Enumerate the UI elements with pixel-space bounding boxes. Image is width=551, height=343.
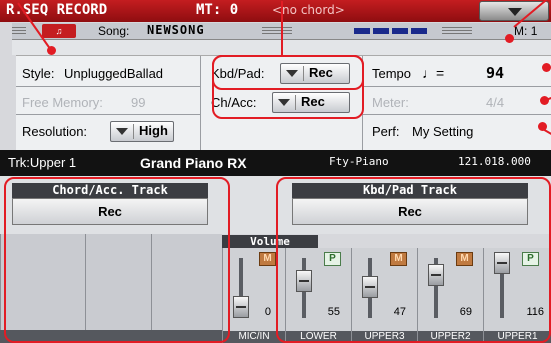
grip-icon [442,27,472,36]
title-bar: R.SEQ RECORD MT: 0 <no chord> [0,0,551,22]
sound-name[interactable]: Grand Piano RX [140,155,247,171]
sound-family: Fty-Piano [329,155,389,168]
song-label: Song: [98,24,130,38]
callout-dot [542,63,551,72]
resolution-value: High [139,123,168,138]
callout-dot [505,34,514,43]
rec-level-bar [354,28,370,34]
resolution-dropdown[interactable]: High [110,121,174,142]
chevron-down-icon [508,8,522,16]
grip-icon [262,27,292,36]
track-info-bar: Trk:Upper 1 Grand Piano RX Fty-Piano 121… [0,150,551,176]
chevron-down-icon [116,128,128,135]
callout-ring [276,177,551,343]
meter-label: Meter: [372,95,409,110]
perf-value[interactable]: My Setting [412,124,473,139]
callout-ring [212,55,364,119]
volume-value: 0 [264,306,271,318]
song-name: NEWSONG [147,23,205,37]
free-memory-label: Free Memory: [22,95,103,110]
meter-value: 4/4 [486,95,505,110]
rec-level-bar [392,28,408,34]
tempo-label: Tempo [372,66,412,81]
mt-indicator: MT: 0 [196,2,239,18]
program-number: 121.018.000 [458,155,531,168]
perf-label: Perf: [372,124,400,139]
callout-dot [47,46,56,55]
song-icon: ♫ [42,24,76,38]
free-memory-value: 99 [131,95,146,110]
rec-level-bar [411,28,427,34]
resolution-label: Resolution: [22,124,88,139]
grip-icon [12,27,26,36]
tempo-note: ♩= [422,65,445,81]
style-label: Style: [22,66,55,81]
mute-button[interactable]: M [259,252,276,266]
style-value[interactable]: UnpluggedBallad [64,66,163,81]
divider [200,56,201,151]
tempo-value[interactable]: 94 [486,64,504,82]
callout-line [281,1,283,57]
track-name: Trk:Upper 1 [8,155,77,170]
rec-level-bar [373,28,389,34]
callout-ring [4,177,230,343]
measure-indicator: M: 1 [514,24,538,38]
